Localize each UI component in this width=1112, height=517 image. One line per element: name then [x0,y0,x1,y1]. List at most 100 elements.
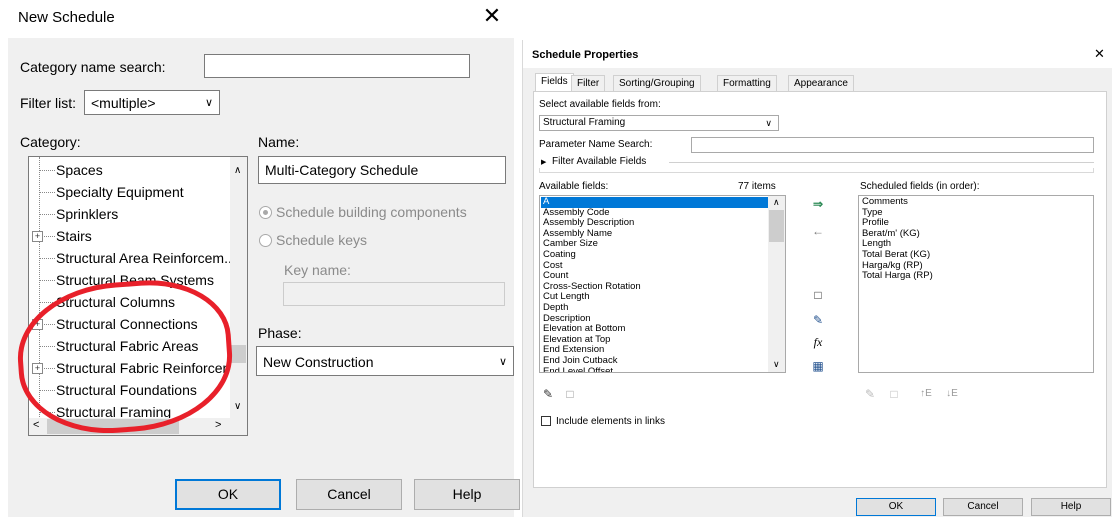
scheduled-field-item[interactable]: Comments [862,196,908,208]
delete-scheduled-icon[interactable]: □ [885,386,903,402]
cancel-button[interactable]: Cancel [943,498,1023,516]
scheduled-field-item[interactable]: Total Berat (KG) [862,249,930,261]
scroll-down-icon[interactable]: ∨ [234,401,241,412]
schedule-keys-radio[interactable] [259,234,272,247]
category-item[interactable]: Structural Area Reinforcem... [29,247,236,269]
category-vertical-scrollbar[interactable]: ∧ ∨ [230,157,247,419]
category-item[interactable]: Sprinklers [29,203,229,225]
category-item-label: Structural Foundations [56,382,197,398]
available-fields-label: Available fields: [539,181,609,192]
edit-scheduled-icon[interactable]: ✎ [861,386,879,402]
chevron-down-icon: ∨ [204,97,213,109]
category-scroll-thumb[interactable] [231,345,246,363]
scroll-left-icon[interactable]: < [33,419,39,431]
scroll-up-icon[interactable]: ∧ [773,197,780,208]
scheduled-fields-label: Scheduled fields (in order): [860,181,980,192]
available-fields-scrollbar[interactable]: ∧ ∨ [768,196,785,372]
filter-list-value: <multiple> [91,95,156,111]
category-item-label: Spaces [56,162,103,178]
schedule-properties-title: Schedule Properties [532,49,639,61]
scroll-up-icon[interactable]: ∧ [234,165,241,176]
include-links-checkbox[interactable] [541,416,551,426]
available-field-item[interactable]: Depth [543,302,568,314]
key-name-input[interactable] [283,282,505,306]
category-item[interactable]: Spaces [29,159,229,181]
tab-filter[interactable]: Filter [571,75,606,91]
category-item-label: Structural Beam Systems [56,272,214,288]
category-search-input[interactable] [204,54,470,78]
category-item-label: Specialty Equipment [56,184,184,200]
schedule-properties-close-icon[interactable]: ✕ [1094,46,1105,62]
available-scroll-thumb[interactable] [769,210,784,242]
tree-connector [39,280,55,281]
category-horizontal-scrollbar[interactable]: < > [29,418,247,435]
category-hscroll-thumb[interactable] [47,419,179,434]
scheduled-fields-list[interactable]: Comments Type Profile Berat/m' (KG) Length To… [858,195,1094,373]
delete-parameter-icon[interactable]: □ [561,386,579,402]
category-item-label: Sprinklers [56,206,119,222]
available-field-item[interactable]: A [541,196,768,208]
param-search-label: Parameter Name Search: [539,139,653,150]
calculated-value-icon[interactable]: fx [809,334,827,350]
help-button[interactable]: Help [414,479,520,510]
category-item[interactable]: + Structural Connections [29,313,229,335]
category-list[interactable]: Spaces Specialty Equipment Sprinklers + Stai… [28,156,248,436]
filter-list-select[interactable]: <multiple> ∨ [84,90,220,115]
category-item[interactable]: Structural Fabric Areas [29,335,229,357]
move-down-icon[interactable]: ↓E [941,386,963,402]
schedule-components-label: Schedule building components [276,204,467,220]
tree-connector [39,170,55,171]
available-fields-list[interactable]: A Assembly Code Assembly Description Assemb… [539,195,786,373]
available-field-item[interactable]: End Join Cutback [543,355,617,367]
phase-label: Phase: [258,325,302,341]
ok-button[interactable]: OK [175,479,281,510]
available-field-item[interactable]: End Level Offset [543,366,613,372]
phase-select[interactable]: New Construction ∨ [256,346,514,376]
schedule-name-input[interactable] [258,156,506,184]
new-schedule-title: New Schedule [18,9,115,26]
tree-connector [39,302,55,303]
help-button[interactable]: Help [1031,498,1111,516]
category-item-label: Structural Fabric Reinforcem... [56,360,246,376]
cancel-button[interactable]: Cancel [296,479,402,510]
filter-divider [669,162,1094,163]
new-parameter-icon[interactable]: □ [809,287,827,303]
ok-button[interactable]: OK [856,498,936,516]
edit-pencil-icon[interactable]: ✎ [539,386,557,402]
scheduled-field-item[interactable]: Total Harga (RP) [862,271,933,282]
phase-value: New Construction [263,354,374,370]
tab-formatting[interactable]: Formatting [717,75,777,91]
filter-available-fields-toggle[interactable]: Filter Available Fields [552,156,646,167]
tree-connector [39,390,55,391]
add-parameter-icon[interactable]: ⇒ [809,196,827,212]
scroll-right-icon[interactable]: > [215,419,221,431]
category-item[interactable]: + Structural Fabric Reinforcem... [29,357,246,379]
tree-connector [39,412,55,413]
scroll-down-icon[interactable]: ∨ [773,359,780,370]
new-schedule-close-icon[interactable]: ✕ [480,2,504,30]
expand-plus-icon[interactable]: + [32,363,43,374]
category-item-label: Structural Connections [56,316,198,332]
tab-fields[interactable]: Fields [535,73,574,92]
expand-plus-icon[interactable]: + [32,231,43,242]
schedule-components-radio[interactable] [259,206,272,219]
category-label: Category: [20,134,81,150]
expand-arrow-icon[interactable]: ▶ [541,158,546,166]
category-item[interactable]: Structural Columns [29,291,229,313]
filter-list-label: Filter list: [20,95,76,111]
category-item[interactable]: Specialty Equipment [29,181,229,203]
tab-sorting-grouping[interactable]: Sorting/Grouping [613,75,701,91]
include-links-label: Include elements in links [556,416,665,427]
edit-parameter-icon[interactable]: ✎ [809,312,827,328]
move-up-icon[interactable]: ↑E [915,386,937,402]
category-item[interactable]: Structural Beam Systems [29,269,229,291]
combine-parameters-icon[interactable]: ▦ [809,358,827,374]
category-item[interactable]: Structural Foundations [29,379,229,401]
tab-appearance[interactable]: Appearance [788,75,854,91]
select-fields-dropdown[interactable]: Structural Framing ∨ [539,115,779,131]
expand-plus-icon[interactable]: + [32,319,43,330]
param-search-input[interactable] [691,137,1094,153]
remove-parameter-icon[interactable]: ← [809,223,827,239]
available-field-item[interactable]: Coating [543,249,576,261]
category-item[interactable]: + Stairs [29,225,229,247]
